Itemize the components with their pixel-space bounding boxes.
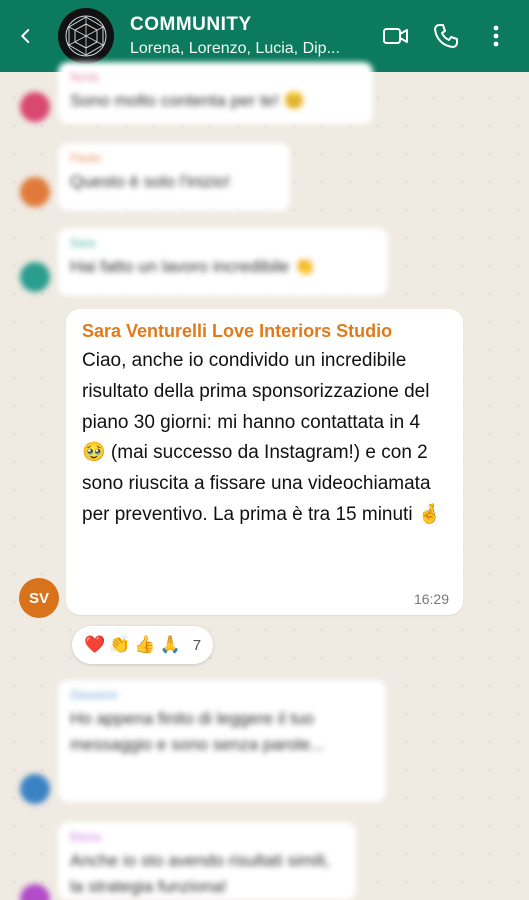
video-camera-icon [383,28,408,44]
chat-title: COMMUNITY [130,14,252,35]
message-sender[interactable]: Sara Venturelli Love Interiors Studio [82,321,447,342]
chat-title-area[interactable]: COMMUNITY Lorena, Lorenzo, Lucia, Dip... [130,14,381,58]
message-bubble[interactable]: Paolo Questo è solo l'inizio! [58,143,290,211]
message-text: Questo è solo l'inizio! [70,172,231,191]
message-bubble[interactable]: Ilenia Sono molto contenta per te! 😊 [58,62,373,124]
message-sender: Ilenia [70,70,99,84]
message-bubble[interactable]: Giovanni Ho appena finito di leggere il … [58,680,386,802]
clapping-reaction-icon: 👏 [109,635,131,654]
avatar[interactable]: SV [19,578,59,618]
reactions-bar[interactable]: ❤️ 👏 👍 🙏 7 [72,626,214,664]
video-call-button[interactable] [381,21,411,51]
chat-participants: Lorena, Lorenzo, Lucia, Dip... [130,40,340,57]
thumbs-up-reaction-icon: 👍 [134,635,156,654]
message-timestamp: 16:29 [413,591,449,607]
voice-call-button[interactable] [431,21,461,51]
folded-hands-reaction-icon: 🙏 [159,635,181,654]
geometric-logo-icon [65,15,107,57]
back-button[interactable] [0,0,52,72]
more-options-button[interactable] [481,21,511,51]
heart-reaction-icon: ❤️ [84,635,106,654]
message-sender: Elena [70,830,101,844]
avatar [20,262,50,292]
message-text: Ciao, anche io condivido un incredibile … [82,350,442,525]
kebab-menu-icon [493,25,499,47]
chevron-left-icon [21,29,30,43]
message-text: Ho appena finito di leggere il tuo messa… [70,709,325,754]
phone-icon [434,24,458,48]
avatar [20,92,50,122]
message-text: Sono molto contenta per te! 😊 [70,91,305,110]
message-bubble[interactable]: Elena Anche io sto avendo risultati simi… [58,822,356,900]
group-avatar[interactable] [58,8,114,64]
avatar [20,884,50,900]
message-text: Anche io sto avendo risultati simili, la… [70,851,330,896]
message-sender: Paolo [70,151,101,165]
message-sender: Giovanni [70,688,118,702]
avatar [20,177,50,207]
message-bubble[interactable]: Sara Hai fatto un lavoro incredibile 👏 [58,228,388,296]
message-sender: Sara [70,236,96,250]
message-text: Hai fatto un lavoro incredibile 👏 [70,257,316,276]
message-bubble[interactable]: Sara Venturelli Love Interiors Studio Ci… [66,309,463,615]
avatar [20,774,50,804]
reaction-count: 7 [192,636,202,654]
